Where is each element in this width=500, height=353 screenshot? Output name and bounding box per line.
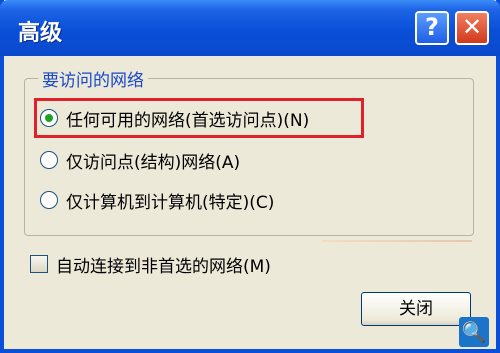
group-legend: 要访问的网络: [38, 66, 148, 91]
radio-unchecked-icon[interactable]: [40, 191, 58, 209]
magnifier-icon: 🔍: [459, 317, 489, 347]
close-button[interactable]: 关闭: [361, 292, 471, 326]
radio-option-any-network[interactable]: 任何可用的网络(首选访问点)(N): [40, 104, 309, 132]
checkbox-label: 自动连接到非首选的网络(M): [56, 256, 271, 277]
decorative-line: [322, 240, 472, 242]
help-button[interactable]: ?: [415, 11, 449, 45]
radio-checked-icon[interactable]: [40, 109, 58, 127]
checkbox-icon[interactable]: [30, 255, 48, 273]
radio-option-computer-to-computer[interactable]: 仅计算机到计算机(特定)(C): [40, 186, 274, 214]
radio-unchecked-icon[interactable]: [40, 151, 58, 169]
title-bar: 高级 ? ✕: [0, 0, 500, 56]
close-window-button[interactable]: ✕: [455, 11, 489, 45]
advanced-dialog: 高级 ? ✕ 要访问的网络 任何可用的网络(首选访问点)(N) 仅访问点(结构)…: [0, 0, 500, 353]
radio-label: 任何可用的网络(首选访问点)(N): [66, 110, 310, 131]
radio-label: 仅访问点(结构)网络(A): [66, 152, 241, 173]
radio-label: 仅计算机到计算机(特定)(C): [66, 192, 275, 213]
dialog-title: 高级: [18, 21, 63, 46]
auto-connect-option[interactable]: 自动连接到非首选的网络(M): [30, 251, 271, 277]
radio-option-access-point-only[interactable]: 仅访问点(结构)网络(A): [40, 146, 240, 174]
